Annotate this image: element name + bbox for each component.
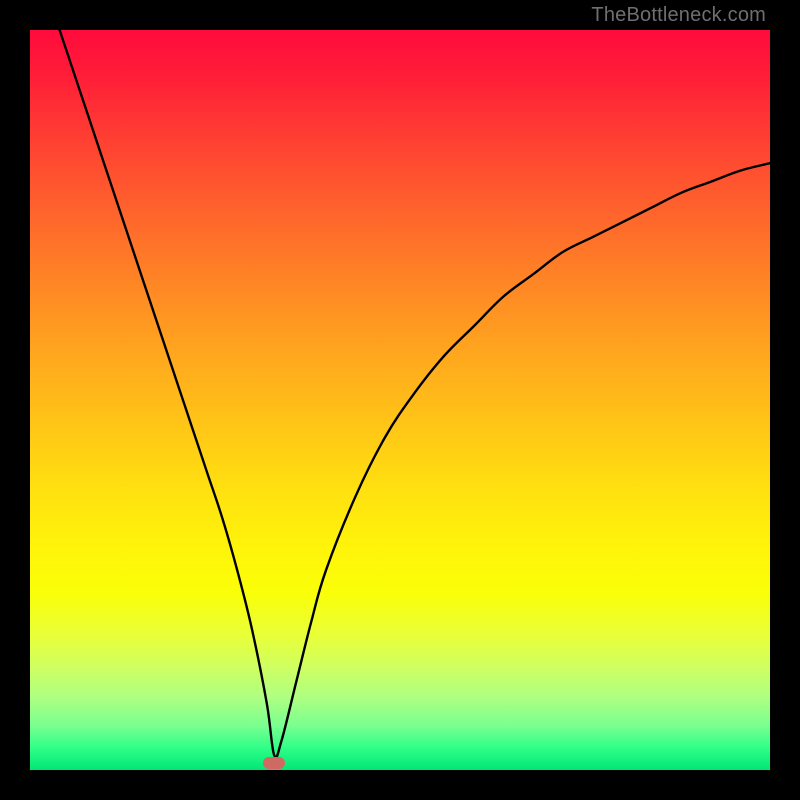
plot-area xyxy=(30,30,770,770)
bottleneck-curve xyxy=(30,30,770,770)
watermark-text: TheBottleneck.com xyxy=(591,4,766,27)
chart-stage: TheBottleneck.com xyxy=(0,0,800,800)
optimum-marker xyxy=(263,757,285,769)
